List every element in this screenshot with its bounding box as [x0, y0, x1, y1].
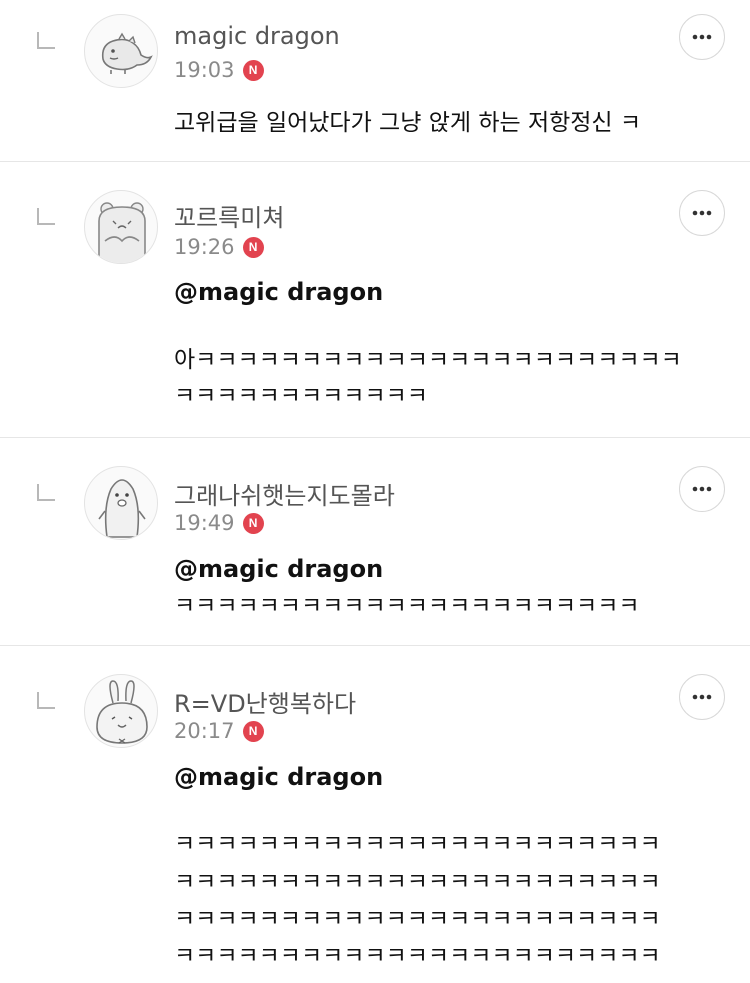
more-options-button[interactable]: [679, 466, 725, 512]
comment-text: ㅋㅋㅋㅋㅋㅋㅋㅋㅋㅋㅋㅋㅋㅋㅋㅋㅋㅋㅋㅋㅋㅋ: [174, 593, 640, 619]
comment-meta: 19:49 N: [174, 511, 264, 535]
author-name[interactable]: R=VD난행복하다: [174, 684, 356, 719]
new-badge: N: [242, 59, 264, 81]
author-name[interactable]: magic dragon: [174, 22, 340, 50]
author-name[interactable]: 꼬르륵미쳐: [174, 198, 284, 233]
comment-text: ㅋㅋㅋㅋㅋㅋㅋㅋㅋㅋㅋㅋ: [174, 383, 428, 409]
timestamp: 19:26: [174, 235, 235, 259]
comment-text: ㅋㅋㅋㅋㅋㅋㅋㅋㅋㅋㅋㅋㅋㅋㅋㅋㅋㅋㅋㅋㅋㅋㅋ: [174, 906, 661, 932]
comment-item: R=VD난행복하다 20:17 N @magic dragon ㅋㅋㅋㅋㅋㅋㅋㅋ…: [0, 646, 750, 983]
new-badge: N: [242, 236, 264, 258]
more-dots-icon: [692, 34, 712, 40]
mention-link[interactable]: @magic dragon: [174, 278, 383, 306]
comment-item: 꼬르륵미쳐 19:26 N @magic dragon 아ㅋㅋㅋㅋㅋㅋㅋㅋㅋㅋㅋ…: [0, 162, 750, 438]
reply-indicator-icon: [37, 692, 55, 709]
comment-text: ㅋㅋㅋㅋㅋㅋㅋㅋㅋㅋㅋㅋㅋㅋㅋㅋㅋㅋㅋㅋㅋㅋㅋ: [174, 869, 661, 895]
comment-text: ㅋㅋㅋㅋㅋㅋㅋㅋㅋㅋㅋㅋㅋㅋㅋㅋㅋㅋㅋㅋㅋㅋㅋ: [174, 831, 661, 857]
more-options-button[interactable]: [679, 674, 725, 720]
comment-item: magic dragon 19:03 N 고위급을 일어났다가 그냥 앉게 하는…: [0, 0, 750, 162]
comment-text: 아ㅋㅋㅋㅋㅋㅋㅋㅋㅋㅋㅋㅋㅋㅋㅋㅋㅋㅋㅋㅋㅋㅋㅋ: [174, 347, 682, 373]
comment-meta: 19:26 N: [174, 235, 264, 259]
reply-indicator-icon: [37, 32, 55, 49]
reply-indicator-icon: [37, 208, 55, 225]
new-badge: N: [242, 720, 264, 742]
more-options-button[interactable]: [679, 190, 725, 236]
comment-meta: 19:03 N: [174, 58, 264, 82]
author-name[interactable]: 그래나쉬햇는지도몰라: [174, 476, 395, 511]
rabbit-avatar-icon[interactable]: [84, 674, 158, 748]
bear-avatar-icon[interactable]: [84, 190, 158, 264]
reply-indicator-icon: [37, 484, 55, 501]
comment-text: 고위급을 일어났다가 그냥 앉게 하는 저항정신 ㅋ: [174, 110, 642, 136]
comment-text: ㅋㅋㅋㅋㅋㅋㅋㅋㅋㅋㅋㅋㅋㅋㅋㅋㅋㅋㅋㅋㅋㅋㅋ: [174, 943, 661, 969]
more-options-button[interactable]: [679, 14, 725, 60]
mention-link[interactable]: @magic dragon: [174, 555, 383, 583]
new-badge: N: [242, 512, 264, 534]
penguin-avatar-icon[interactable]: [84, 466, 158, 540]
mention-link[interactable]: @magic dragon: [174, 763, 383, 791]
timestamp: 19:49: [174, 511, 235, 535]
more-dots-icon: [692, 210, 712, 216]
timestamp: 20:17: [174, 719, 235, 743]
more-dots-icon: [692, 694, 712, 700]
dinosaur-avatar-icon[interactable]: [84, 14, 158, 88]
timestamp: 19:03: [174, 58, 235, 82]
comment-item: 그래나쉬햇는지도몰라 19:49 N @magic dragon ㅋㅋㅋㅋㅋㅋㅋ…: [0, 438, 750, 646]
comment-meta: 20:17 N: [174, 719, 264, 743]
more-dots-icon: [692, 486, 712, 492]
